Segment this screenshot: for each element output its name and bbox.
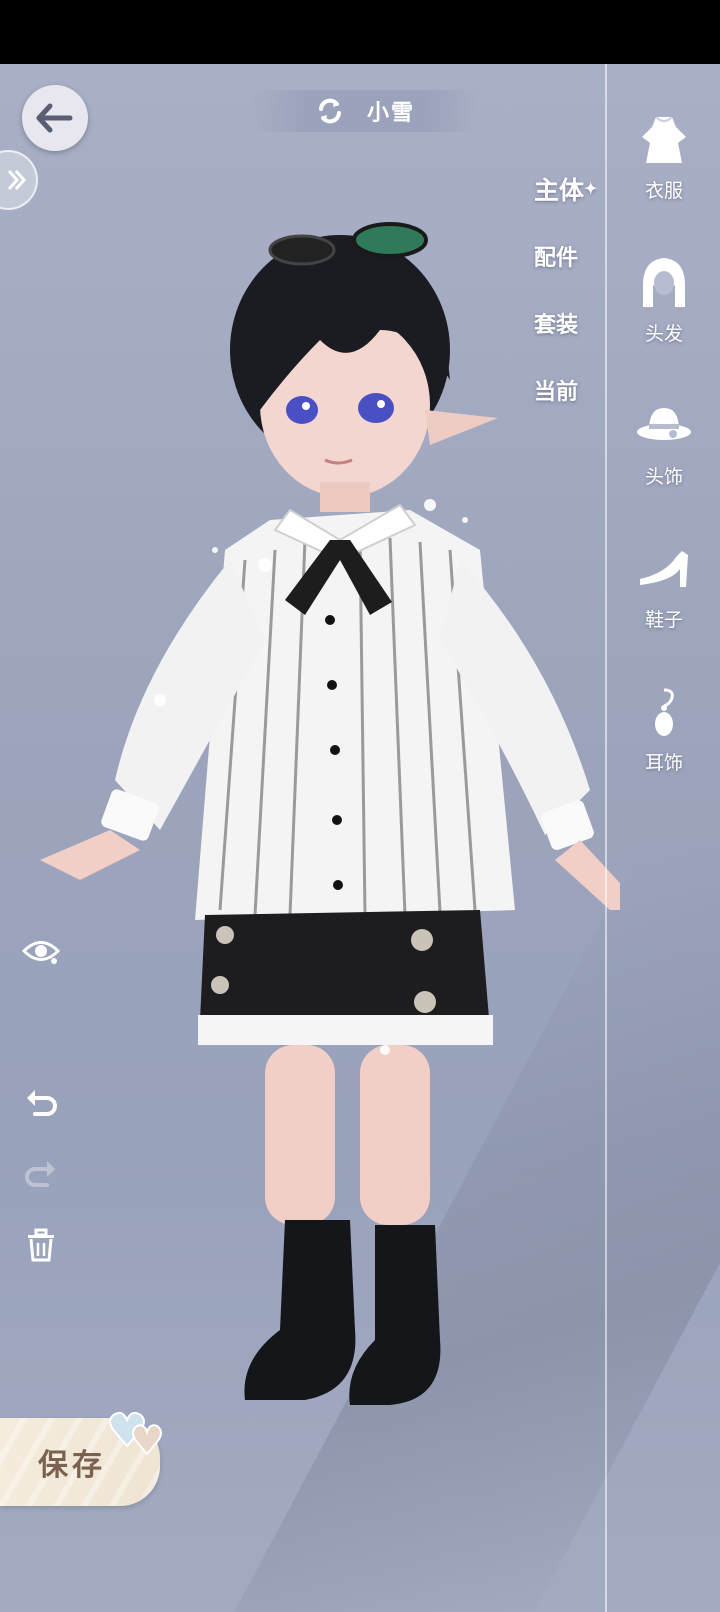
- subtab-sets[interactable]: 套装: [530, 289, 605, 356]
- toggle-visibility-button[interactable]: [18, 928, 64, 974]
- character-name: 小雪: [366, 101, 415, 126]
- shoe-icon: [634, 539, 694, 599]
- dress-icon: [634, 110, 694, 170]
- category-headwear[interactable]: 头饰: [608, 386, 720, 529]
- redo-button[interactable]: [18, 1152, 64, 1198]
- subtab-label: 当前: [534, 378, 579, 405]
- character-name-bar[interactable]: 小雪: [250, 90, 480, 132]
- neck: [320, 482, 370, 512]
- eye-right: [358, 393, 394, 423]
- hand-left: [40, 830, 140, 880]
- boot-left: [244, 1220, 356, 1400]
- back-arrow-icon: [36, 103, 73, 133]
- category-clothes[interactable]: 衣服: [608, 100, 720, 243]
- elf-ear: [425, 410, 498, 445]
- redo-icon: [25, 1161, 55, 1187]
- goggle-left: [268, 234, 336, 266]
- goggle-right: [352, 222, 428, 258]
- subtab-list: 主体 ✦ 配件 套装 当前: [530, 155, 605, 423]
- category-shoes[interactable]: 鞋子: [608, 529, 720, 672]
- subtab-current[interactable]: 当前: [530, 356, 605, 423]
- category-label: 头饰: [644, 466, 683, 488]
- subtab-accessories[interactable]: 配件: [530, 222, 605, 289]
- trash-icon: [28, 1228, 54, 1262]
- category-hair[interactable]: 头发: [608, 243, 720, 386]
- subtab-label: 主体: [534, 175, 585, 205]
- subtab-label: 配件: [534, 244, 579, 271]
- category-label: 耳饰: [644, 752, 683, 774]
- hand-right: [555, 840, 620, 910]
- subtab-main[interactable]: 主体 ✦: [530, 155, 605, 222]
- earring-icon: [634, 682, 694, 742]
- refresh-icon[interactable]: [315, 96, 345, 126]
- leg-right: [360, 1045, 430, 1225]
- panel-divider: [605, 64, 607, 1612]
- eye-left: [286, 396, 318, 424]
- category-label: 头发: [644, 323, 683, 345]
- hearts-decoration-icon: [109, 1411, 162, 1456]
- boot-right: [349, 1225, 441, 1405]
- category-label: 鞋子: [644, 609, 683, 631]
- leg-left: [265, 1045, 335, 1225]
- eye-icon: [21, 941, 61, 964]
- hat-icon: [634, 396, 694, 456]
- category-label: 衣服: [644, 180, 683, 202]
- hair-icon: [634, 253, 694, 313]
- undo-button[interactable]: [18, 1081, 64, 1127]
- sparkle-icon: ✦: [584, 179, 598, 198]
- category-earrings[interactable]: 耳饰: [608, 672, 720, 815]
- back-button[interactable]: [22, 85, 88, 151]
- subtab-label: 套装: [534, 311, 579, 338]
- status-bar: [0, 0, 720, 64]
- undo-icon: [27, 1090, 57, 1116]
- shorts-hem: [198, 1015, 493, 1045]
- category-list: 衣服 头发 头饰 鞋子 耳饰: [608, 100, 720, 815]
- delete-button[interactable]: [18, 1222, 64, 1268]
- double-chevron-right-icon: [7, 170, 26, 190]
